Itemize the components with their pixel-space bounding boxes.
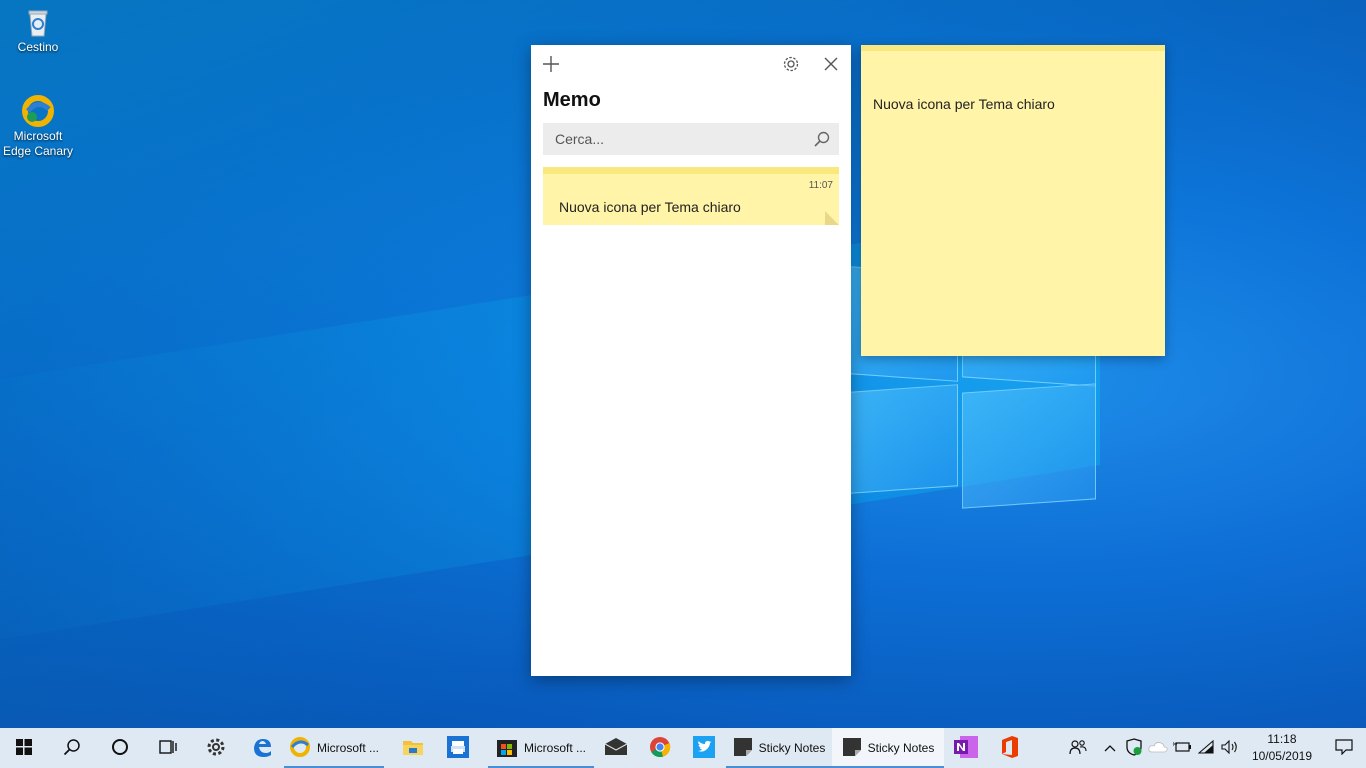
taskbar-chrome-app[interactable] (638, 728, 682, 768)
network-tray-button[interactable] (1194, 728, 1218, 768)
settings-button[interactable] (780, 55, 802, 77)
onedrive-tray-button[interactable] (1146, 728, 1170, 768)
taskbar-store-app[interactable]: Microsoft ... (488, 728, 594, 768)
clock-time: 11:18 (1267, 732, 1297, 746)
volume-tray-button[interactable] (1218, 728, 1242, 768)
shield-icon (1126, 737, 1142, 759)
start-button[interactable] (0, 728, 48, 768)
search-input[interactable] (543, 123, 803, 155)
taskbar-sticky-notes-app-active[interactable]: Sticky Notes (832, 728, 944, 768)
cortana-icon (111, 738, 129, 759)
task-view-button[interactable] (144, 728, 192, 768)
desktop-icon-edge-canary[interactable]: Microsoft Edge Canary (0, 95, 76, 159)
search-box (543, 123, 839, 155)
cloud-icon (1148, 741, 1168, 756)
wifi-icon (1197, 739, 1214, 757)
close-icon (823, 52, 839, 77)
task-view-icon (159, 738, 177, 759)
battery-icon (1172, 741, 1191, 756)
note-corner-fold (825, 211, 839, 225)
system-tray: 11:18 10/05/2019 (1058, 728, 1366, 768)
desktop-icon-label: Microsoft Edge Canary (2, 129, 74, 158)
taskbar-twitter-app[interactable] (682, 728, 726, 768)
defender-tray-button[interactable] (1122, 728, 1146, 768)
taskbar-app-label: Microsoft ... (523, 741, 586, 755)
taskbar-search-button[interactable] (48, 728, 96, 768)
plus-icon (542, 53, 560, 78)
mail-icon (604, 737, 628, 759)
sticky-notes-icon (733, 737, 753, 760)
settings-icon (206, 737, 226, 760)
taskbar-mail-app[interactable] (594, 728, 638, 768)
note-list-item[interactable]: 11:07 Nuova icona per Tema chiaro (543, 167, 839, 225)
edge-icon (251, 736, 273, 761)
chrome-icon (649, 736, 671, 761)
taskbar-edge-app[interactable] (240, 728, 284, 768)
onenote-icon (954, 735, 978, 761)
action-center-button[interactable] (1322, 728, 1366, 768)
desktop-icon-recycle-bin[interactable]: Cestino (0, 6, 76, 55)
taskbar-clock[interactable]: 11:18 10/05/2019 (1242, 731, 1322, 765)
people-icon (1069, 739, 1087, 758)
edge-canary-icon (22, 95, 54, 127)
taskbar-printer-app[interactable] (442, 728, 474, 768)
taskbar-office-app[interactable] (988, 728, 1032, 768)
speaker-icon (1221, 739, 1239, 757)
add-note-button[interactable] (540, 55, 562, 77)
show-hidden-icons-button[interactable] (1098, 728, 1122, 768)
people-button[interactable] (1058, 728, 1098, 768)
notification-icon (1335, 738, 1353, 758)
sticky-notes-icon (842, 737, 862, 760)
sticky-notes-list-window: Memo 11:07 Nuova icona per Tema chiaro (531, 45, 851, 676)
taskbar-app-label: Microsoft ... (317, 741, 380, 755)
search-icon (63, 738, 81, 759)
taskbar-onenote-app[interactable] (944, 728, 988, 768)
taskbar: Microsoft ... Microsoft ... Sticky Notes… (0, 728, 1366, 768)
clock-date: 10/05/2019 (1251, 749, 1312, 763)
taskbar-app-label: Sticky Notes (758, 741, 826, 755)
start-icon (16, 738, 32, 758)
taskbar-file-explorer-app[interactable] (384, 728, 442, 768)
note-timestamp: 11:07 (808, 180, 833, 191)
taskbar-settings-app[interactable] (192, 728, 240, 768)
desktop-icon-label: Cestino (17, 40, 59, 54)
cortana-button[interactable] (96, 728, 144, 768)
edge-canary-icon (289, 736, 311, 761)
note-preview-text: Nuova icona per Tema chiaro (559, 199, 741, 215)
printer-icon (447, 735, 469, 761)
office-icon (1000, 735, 1020, 761)
taskbar-sticky-notes-app[interactable]: Sticky Notes (726, 728, 832, 768)
store-icon (496, 736, 518, 761)
close-button[interactable] (820, 55, 842, 77)
file-explorer-icon (402, 737, 424, 760)
twitter-icon (693, 735, 715, 761)
battery-tray-button[interactable] (1170, 728, 1194, 768)
taskbar-edge-canary-app[interactable]: Microsoft ... (284, 728, 384, 768)
sticky-note-window[interactable]: Nuova icona per Tema chiaro (861, 45, 1165, 356)
gear-icon (782, 53, 800, 78)
sticky-note-text[interactable]: Nuova icona per Tema chiaro (873, 96, 1055, 112)
recycle-bin-icon (22, 6, 54, 38)
chevron-up-icon (1104, 741, 1116, 755)
search-icon[interactable] (813, 130, 831, 148)
page-title: Memo (543, 89, 601, 111)
taskbar-app-label: Sticky Notes (867, 741, 935, 755)
